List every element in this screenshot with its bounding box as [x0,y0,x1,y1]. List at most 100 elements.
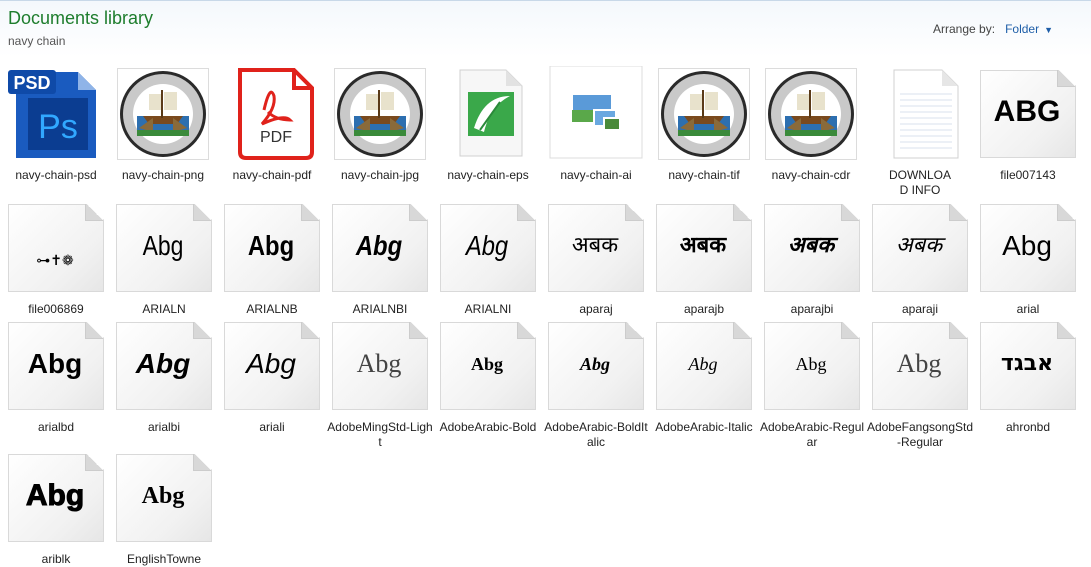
file-name: EnglishTowne [126,552,202,566]
file-name: navy-chain-tif [668,168,740,182]
pdf-file-icon: PDF [224,66,320,162]
file-item-arial[interactable]: Abg arial [974,200,1082,317]
file-item-arialnb[interactable]: Abg ARIALNB [218,200,326,317]
file-item-file007143[interactable]: ABG file007143 [974,66,1082,183]
file-item-navy-chain-jpg[interactable]: navy-chain-jpg [326,66,434,183]
file-item-arialn[interactable]: Abg ARIALN [110,200,218,317]
file-name: file007143 [1000,168,1056,182]
file-name: ARIALNBI [352,302,408,316]
file-item-arialbd[interactable]: Abg arialbd [2,318,110,435]
pdf-icon-text: PDF [260,129,292,146]
file-item-ahronbd[interactable]: אבגד ahronbd [974,318,1082,435]
font-file-icon: ⊶✝❁ [8,200,104,296]
file-name: ahronbd [1005,420,1051,434]
font-file-icon: अबक [764,200,860,296]
file-name: ariali [259,420,285,434]
file-item-adobefangsongstd-regular[interactable]: Abg AdobeFangsongStd-Regular [866,318,974,450]
font-file-icon: Abg [764,318,860,414]
font-file-icon: Abg [332,200,428,296]
font-file-icon: Abg [116,450,212,546]
file-name: aparaj [579,302,613,316]
font-file-icon: Abg [332,318,428,414]
file-name: ariblk [41,552,71,566]
font-file-icon: Abg [548,318,644,414]
font-file-icon: Abg [116,318,212,414]
file-name: DOWNLOAD INFO [888,168,951,197]
file-name: file006869 [28,302,84,316]
file-name: AdobeArabic-Bold [439,420,537,434]
file-item-adobemingstd-light[interactable]: Abg AdobeMingStd-Light [326,318,434,450]
font-file-icon: Abg [980,200,1076,296]
file-name: aparajbi [790,302,834,316]
library-title: Documents library [8,8,154,28]
navy-seal-thumbnail [656,66,752,162]
file-name: navy-chain-eps [447,168,529,182]
font-file-icon: Abg [440,200,536,296]
file-item-download-info[interactable]: DOWNLOAD INFO [866,66,974,198]
navy-seal-thumbnail [115,66,211,162]
file-item-aparaj[interactable]: अबक aparaj [542,200,650,317]
font-file-icon: אבגד [980,318,1076,414]
file-item-navy-chain-pdf[interactable]: PDF navy-chain-pdf [218,66,326,183]
font-file-icon: Abg [224,318,320,414]
file-name: aparajb [683,302,725,316]
file-name: ARIALN [142,302,186,316]
file-name: AdobeArabic-Regular [759,420,865,449]
file-name: ARIALNB [246,302,298,316]
file-item-navy-chain-eps[interactable]: navy-chain-eps [434,66,542,183]
font-file-icon: Abg [8,450,104,546]
file-name: aparaji [901,302,939,316]
image-file-icon [548,65,644,162]
file-name: navy-chain-pdf [232,168,312,182]
navy-seal-thumbnail [763,66,859,162]
svg-text:Ps: Ps [38,108,78,146]
photoshop-file-icon: Ps PSD [8,66,104,162]
file-name: AdobeMingStd-Light [327,420,433,449]
file-item-adobearabic-regular[interactable]: Abg AdobeArabic-Regular [758,318,866,450]
file-item-adobearabic-bolditalic[interactable]: Abg AdobeArabic-BoldItalic [542,318,650,450]
svg-text:PSD: PSD [13,73,50,93]
file-name: arial [1016,302,1040,316]
file-item-aparaji[interactable]: अबक aparaji [866,200,974,317]
file-item-navy-chain-tif[interactable]: navy-chain-tif [650,66,758,183]
library-subtitle: navy chain [8,34,66,48]
file-item-navy-chain-cdr[interactable]: navy-chain-cdr [757,66,865,183]
font-file-icon: Abg [872,318,968,414]
arrange-by-control: Arrange by: Folder ▼ [933,22,1053,36]
file-item-navy-chain-png[interactable]: navy-chain-png [109,66,217,183]
file-item-navy-chain-ai[interactable]: navy-chain-ai [542,65,650,183]
file-name: arialbd [37,420,75,434]
file-item-ariali[interactable]: Abg ariali [218,318,326,435]
file-name: ARIALNI [464,302,512,316]
font-file-icon: Abg [656,318,752,414]
font-file-icon: Abg [224,200,320,296]
file-item-arialbi[interactable]: Abg arialbi [110,318,218,435]
file-name: arialbi [147,420,180,434]
file-name: navy-chain-jpg [340,168,420,182]
file-name: AdobeFangsongStd-Regular [866,420,974,449]
file-item-ariblk[interactable]: Abg ariblk [2,450,110,567]
font-file-icon: Abg [8,318,104,414]
file-item-navy-chain-psd[interactable]: Ps PSD navy-chain-psd [2,66,110,183]
font-file-icon: Abg [440,318,536,414]
chevron-down-icon[interactable]: ▼ [1044,25,1053,35]
font-file-icon: Abg [116,200,212,296]
file-item-adobearabic-italic[interactable]: Abg AdobeArabic-Italic [650,318,758,435]
file-item-aparajb[interactable]: अबक aparajb [650,200,758,317]
file-item-englishtowne[interactable]: Abg EnglishTowne [110,450,218,567]
file-name: navy-chain-psd [15,168,97,182]
file-item-aparajbi[interactable]: अबक aparajbi [758,200,866,317]
file-item-file006869[interactable]: ⊶✝❁ file006869 [2,200,110,317]
font-file-icon: अबक [872,200,968,296]
file-name: AdobeArabic-BoldItalic [544,420,648,449]
coreldraw-file-icon [440,66,536,162]
font-file-icon: अबक [656,200,752,296]
arrange-by-dropdown[interactable]: Folder [1005,22,1039,36]
file-item-adobearabic-bold[interactable]: Abg AdobeArabic-Bold [434,318,542,435]
file-item-arialni[interactable]: Abg ARIALNI [434,200,542,317]
file-item-arialnbi[interactable]: Abg ARIALNBI [326,200,434,317]
library-header: Documents library navy chain Arrange by:… [0,0,1091,57]
file-name: navy-chain-ai [560,168,632,182]
file-name: navy-chain-png [121,168,205,182]
navy-seal-thumbnail [332,66,428,162]
